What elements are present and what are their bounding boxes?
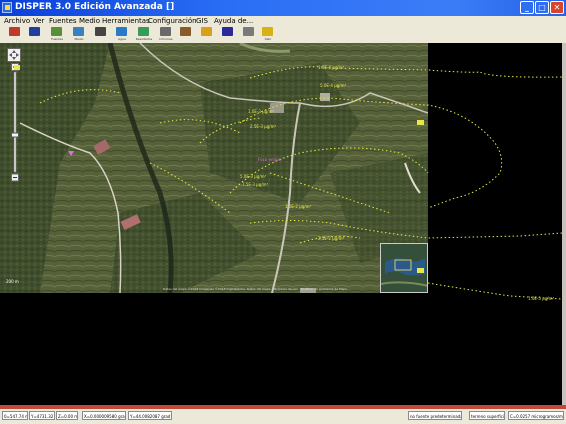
toolbar-button-exit[interactable]: Salir xyxy=(259,26,277,42)
toolbar-button-results[interactable]: Resultados xyxy=(135,26,153,42)
window-title: DISPER 3.0 Edición Avanzada [] xyxy=(15,2,175,12)
title-bar: DISPER 3.0 Edición Avanzada [] _ □ ✕ xyxy=(0,0,566,16)
sources-icon xyxy=(51,27,62,36)
results-icon xyxy=(138,27,149,36)
contour-label: 2.5E-2 μg/m³ xyxy=(318,236,344,241)
toolbar-button-water[interactable]: Agua xyxy=(113,26,131,42)
contour-label: 5.0E-4 μg/m³ xyxy=(320,83,346,88)
menu-herramientas[interactable]: Herramientas xyxy=(102,16,150,26)
toolbar-button-environment[interactable]: Medio xyxy=(70,26,88,42)
environment-icon xyxy=(73,27,84,36)
app-icon xyxy=(2,2,12,13)
contour-label: 2.5E-3 μg/m³ xyxy=(250,124,276,129)
toolbar-button-sign[interactable] xyxy=(198,26,216,42)
toolbar-button-stack[interactable] xyxy=(92,26,110,42)
toolbar-button-save[interactable] xyxy=(26,26,44,42)
status-y-coordinate: Y=4731.32 m xyxy=(29,411,55,420)
toolbar-button-label: Salir xyxy=(264,37,272,41)
toolbar-button-label: Informes xyxy=(159,37,173,41)
toolbar-button-label: Resultados xyxy=(135,37,153,41)
menu-bar: Archivo Ver Fuentes Medio Herramientas C… xyxy=(0,16,566,26)
toolbar-button-report[interactable]: Informes xyxy=(157,26,175,42)
stack-icon xyxy=(95,27,106,36)
status-terrain: terreno superficie xyxy=(469,411,505,420)
toolbar-button-sources[interactable]: Fuentes xyxy=(48,26,66,42)
status-x-coordinate: 0=547.74 m xyxy=(2,411,28,420)
menu-gis[interactable]: GIS xyxy=(196,16,208,26)
contour-label: 7.5E-3 μg/m³ xyxy=(242,182,268,187)
menu-ver[interactable]: Ver xyxy=(33,16,44,26)
vertical-scrollbar[interactable] xyxy=(562,43,566,405)
menu-medio[interactable]: Medio xyxy=(79,16,100,26)
toolbar-button-cross[interactable] xyxy=(219,26,237,42)
save-icon xyxy=(29,27,40,36)
status-bar: 0=547.74 m Y=4731.32 m Z=0.00 m X=0.0000… xyxy=(0,409,566,424)
satellite-icon xyxy=(243,27,254,36)
toolbar-button-edit[interactable] xyxy=(6,26,24,42)
plume-contour-overlay: 1.0E-4 μg/m³ 5.0E-4 μg/m³ 1.0E-3 μg/m³ 2… xyxy=(14,65,562,300)
toolbar-button-label: Fuentes xyxy=(51,37,63,41)
status-concentration: C=0.0257 microgramos/m^3 xyxy=(508,411,564,420)
contour-tag xyxy=(417,268,424,273)
source-label: Foco emisor xyxy=(258,157,283,162)
contour-label: 1.0E-3 μg/m³ xyxy=(248,109,274,114)
water-icon xyxy=(116,27,127,36)
contour-label: 1.0E-4 μg/m³ xyxy=(318,65,344,70)
toolbar-button-satellite[interactable] xyxy=(240,26,258,42)
menu-ayuda[interactable]: Ayuda de... xyxy=(214,16,253,26)
toolbar: Fuentes Medio Agua Resultados Informes Salir xyxy=(0,26,566,44)
toolbar-button-chart[interactable] xyxy=(177,26,195,42)
status-longitude: X=0.000009580 grad xyxy=(82,411,126,420)
chart-icon xyxy=(180,27,191,36)
cross-icon xyxy=(222,27,233,36)
report-icon xyxy=(160,27,171,36)
far-contour-label: 1.0E-5 μg/m³ xyxy=(528,296,555,301)
contour-label: 5.0E-3 μg/m³ xyxy=(240,174,266,179)
contour-tag xyxy=(14,65,20,70)
status-default-source: no fuente predeterminada xyxy=(408,411,462,420)
sign-icon xyxy=(201,27,212,36)
status-z-coordinate: Z=0.00 m xyxy=(56,411,78,420)
menu-configuracion[interactable]: Configuración xyxy=(148,16,197,26)
menu-fuentes[interactable]: Fuentes xyxy=(49,16,77,26)
edit-icon xyxy=(9,27,20,36)
exit-icon xyxy=(262,27,273,36)
close-button[interactable]: ✕ xyxy=(550,1,564,14)
status-latitude: Y=44.0082087 grad xyxy=(128,411,172,420)
minimize-button[interactable]: _ xyxy=(520,1,534,14)
toolbar-button-label: Agua xyxy=(118,37,126,41)
toolbar-button-label: Medio xyxy=(74,37,84,41)
map-workspace[interactable]: 200 m Datos del mapa ©2018 Imágenes ©201… xyxy=(0,43,562,405)
contour-label: 1.0E-2 μg/m³ xyxy=(285,204,311,209)
maximize-button[interactable]: □ xyxy=(535,1,549,14)
source-marker-icon[interactable] xyxy=(68,151,74,156)
contour-tag xyxy=(417,120,424,125)
menu-archivo[interactable]: Archivo xyxy=(4,16,30,26)
